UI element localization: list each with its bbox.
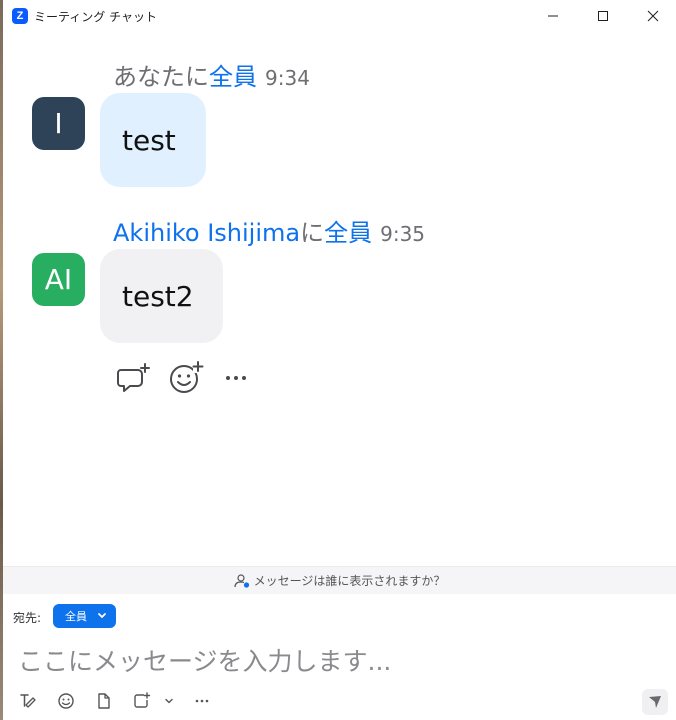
zoom-logo-icon: Z [12,8,28,24]
recipient-dropdown-value: 全員 [65,610,87,623]
message-header: あなたに全員 9:34 [113,57,310,92]
message-timestamp: 9:34 [265,66,310,90]
visibility-notice-text: メッセージは誰に表示されますか？ [253,574,446,588]
sender-name[interactable]: Akihiko Ishijima [113,219,300,247]
visibility-notice[interactable]: メッセージは誰に表示されますか？ [3,566,676,594]
emoji-icon [58,693,74,709]
message-timestamp: 9:35 [380,222,426,246]
reply-icon [117,363,150,392]
title-bar: Z ミーティング チャット [3,0,676,32]
maximize-button[interactable] [580,0,626,32]
more-tools-button[interactable] [192,691,212,711]
sender-name: あなた [113,63,185,91]
recipient-joiner: に [185,63,209,91]
file-icon [98,693,110,709]
format-text-icon [20,694,36,708]
message-bubble[interactable]: test2 [100,249,223,343]
close-button[interactable] [630,0,676,32]
message-header: Akihiko Ishijimaに全員 9:35 [113,213,425,248]
desktop-background [0,0,3,720]
close-icon [647,10,659,22]
screenshot-options-button[interactable] [162,691,176,711]
more-icon [195,699,209,703]
recipient-name[interactable]: 全員 [324,219,372,247]
avatar[interactable]: I [32,97,85,150]
screenshot-icon [134,692,151,708]
recipient-name[interactable]: 全員 [209,63,257,91]
emoji-button[interactable] [56,691,76,711]
recipient-label: 宛先: [13,611,42,625]
avatar[interactable]: AI [32,253,85,306]
recipient-dropdown[interactable]: 全員 [53,604,116,628]
more-icon [226,376,246,380]
message-bubble[interactable]: test [100,93,206,187]
reply-button[interactable] [116,362,152,398]
recipient-joiner: に [300,219,325,247]
maximize-icon [598,11,608,21]
more-options-button[interactable] [224,370,248,390]
send-button[interactable] [642,689,668,715]
person-visibility-icon [234,573,249,588]
format-text-button[interactable] [18,691,38,711]
chevron-down-icon [98,613,106,618]
message-input[interactable] [16,640,660,682]
screenshot-button[interactable] [132,691,152,711]
minimize-button[interactable] [530,0,576,32]
window-title: ミーティング チャット [34,10,157,24]
minimize-icon [548,15,558,17]
add-reaction-button[interactable] [168,361,204,399]
chevron-down-icon [165,698,173,704]
add-emoji-icon [170,361,204,393]
send-icon [649,696,661,708]
attach-file-button[interactable] [94,691,114,711]
